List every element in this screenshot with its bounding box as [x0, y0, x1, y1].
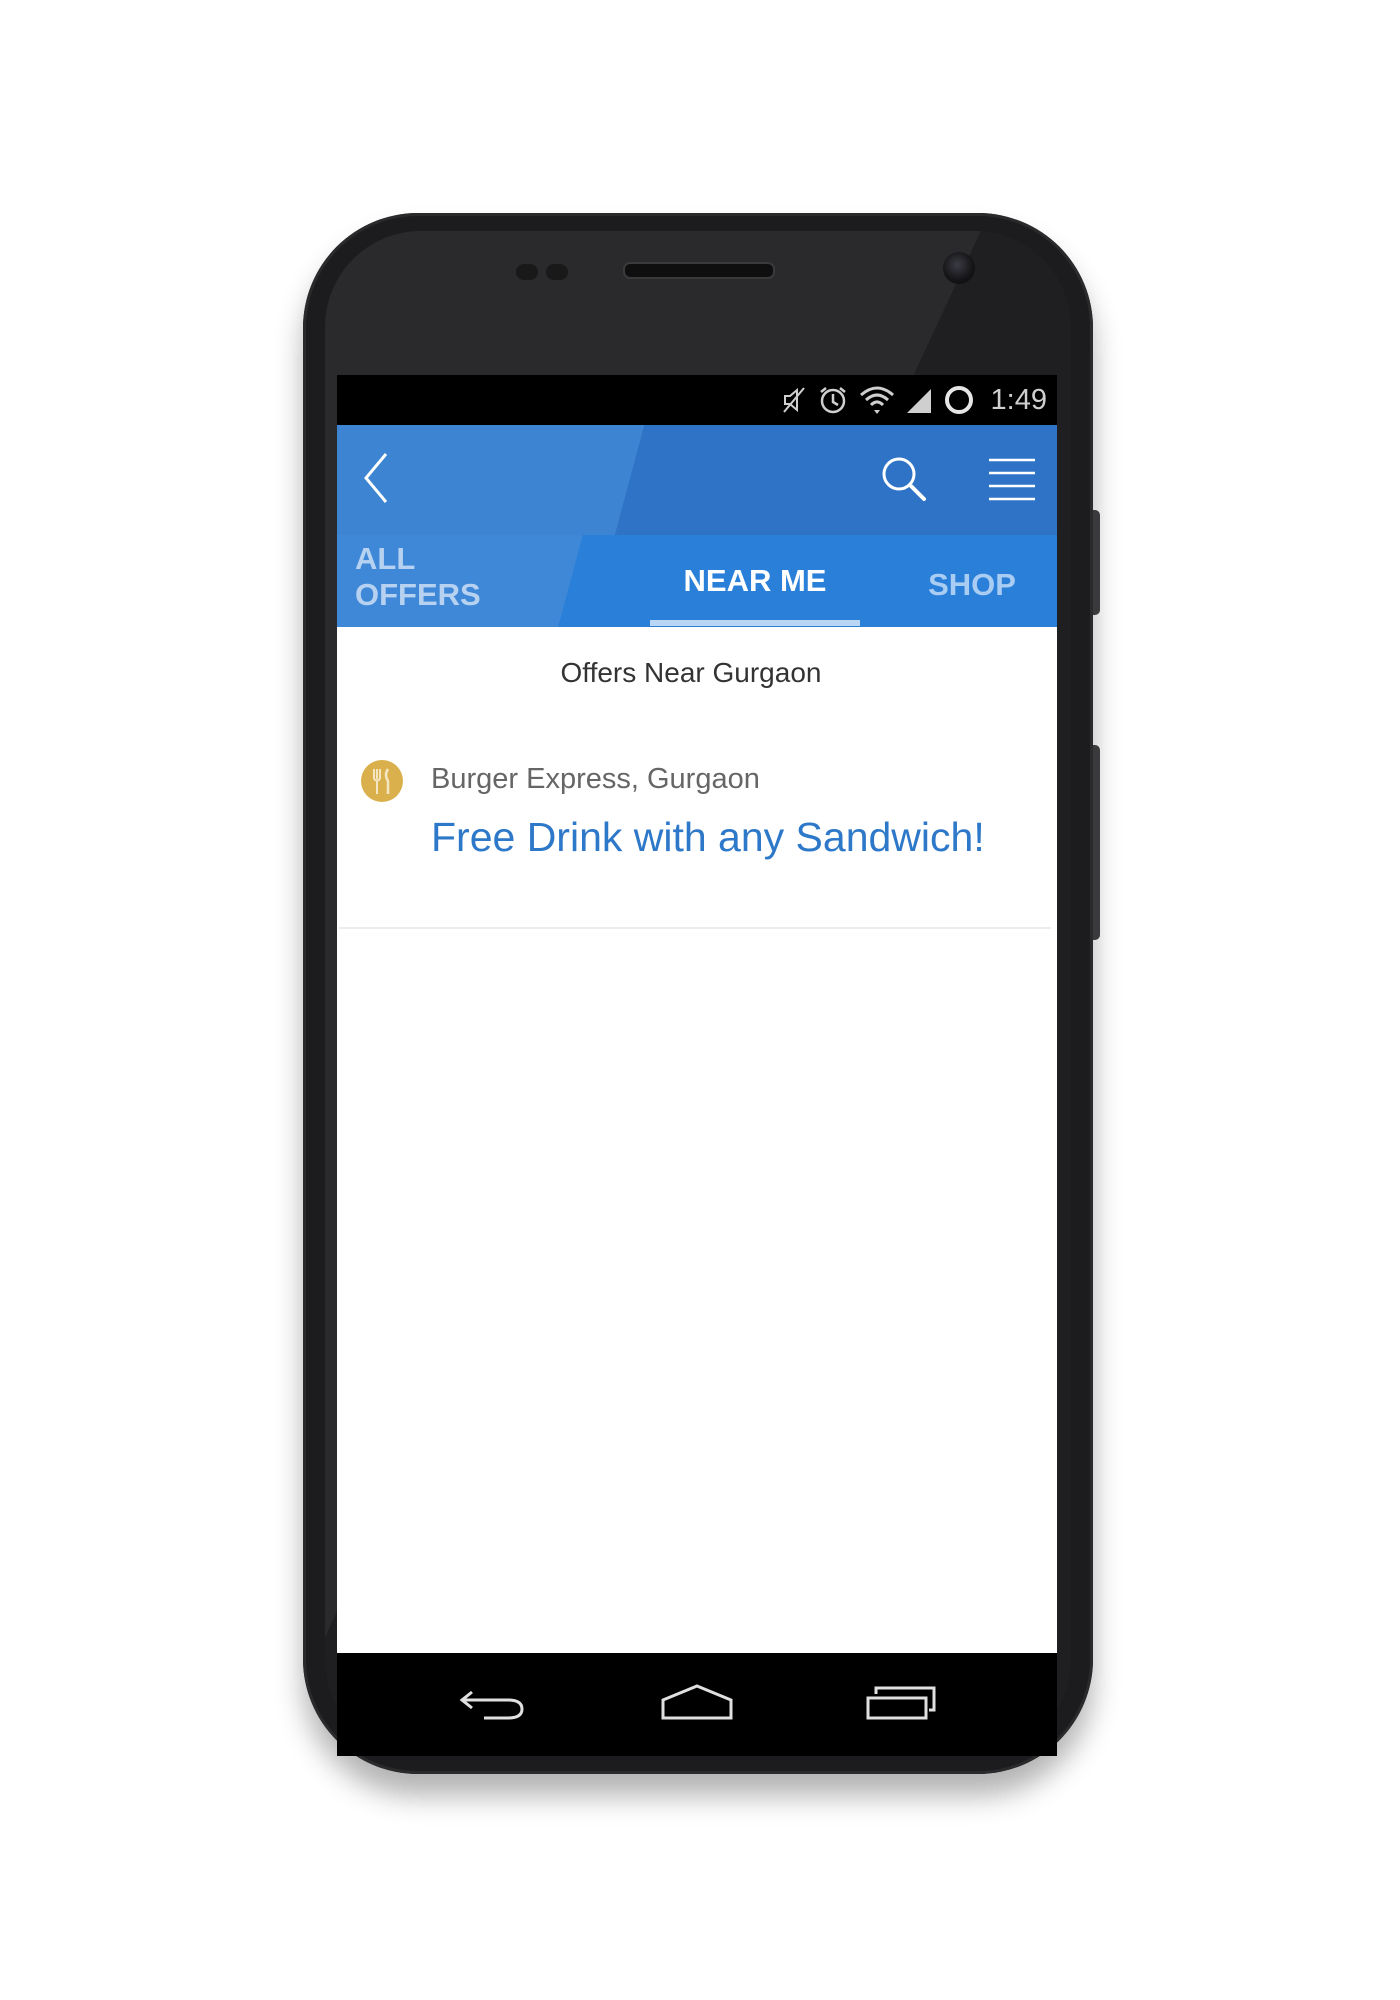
active-tab-indicator — [650, 620, 860, 626]
search-button[interactable] — [869, 450, 939, 512]
offers-heading: Offers Near Gurgaon — [560, 657, 822, 688]
back-chevron-icon — [360, 450, 390, 511]
power-button — [1093, 510, 1100, 615]
battery-ring-icon — [943, 384, 975, 416]
menu-icon — [987, 454, 1037, 509]
tab-bar: ALL OFFERS NEAR ME SHOP — [337, 535, 1057, 627]
volume-button — [1093, 745, 1100, 940]
nav-back-button[interactable] — [433, 1653, 553, 1756]
search-icon — [878, 453, 930, 510]
recents-nav-icon — [864, 1682, 938, 1727]
status-time: 1:49 — [990, 383, 1047, 416]
proximity-sensors — [516, 264, 578, 280]
back-button[interactable] — [347, 449, 403, 511]
tab-all-offers[interactable]: ALL OFFERS — [355, 531, 545, 623]
restaurant-icon — [361, 760, 403, 802]
front-camera — [943, 252, 975, 284]
nav-recents-button[interactable] — [841, 1653, 961, 1756]
tab-near-me[interactable]: NEAR ME — [650, 535, 860, 627]
screen: 1:49 ALL OFFERS NEAR ME SHOP Offers Near… — [337, 375, 1057, 1653]
wifi-icon — [859, 385, 895, 415]
alarm-icon — [817, 384, 849, 416]
earpiece-speaker — [623, 262, 775, 279]
nav-home-button[interactable] — [637, 1653, 757, 1756]
offer-title[interactable]: Free Drink with any Sandwich! — [431, 814, 985, 861]
mute-icon — [781, 385, 807, 415]
home-nav-icon — [660, 1682, 734, 1727]
nav-bar — [337, 1653, 1057, 1756]
status-bar: 1:49 — [337, 375, 1057, 425]
app-bar — [337, 425, 1057, 535]
signal-icon — [905, 385, 933, 415]
back-nav-icon — [458, 1682, 528, 1727]
offer-card[interactable]: Burger Express, Gurgaon Free Drink with … — [339, 717, 1051, 929]
tab-shop[interactable]: SHOP — [902, 539, 1042, 631]
menu-button[interactable] — [977, 450, 1047, 512]
offer-store-name: Burger Express, Gurgaon — [431, 763, 760, 795]
